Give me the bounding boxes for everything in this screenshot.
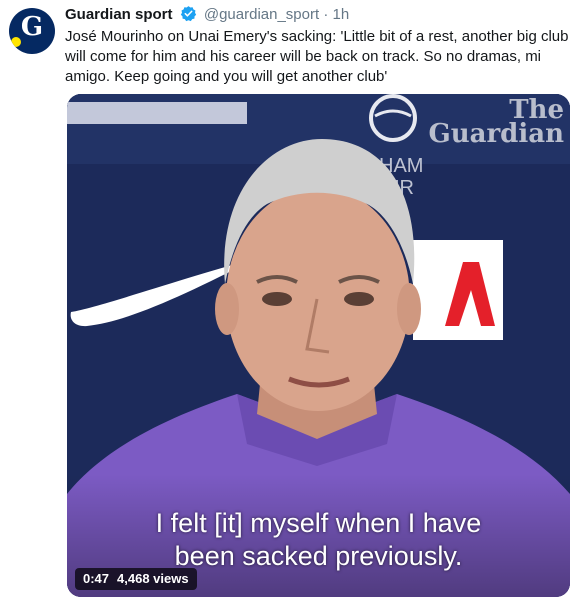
guardian-watermark-logo: The Guardian [428, 97, 564, 149]
video-view-count: 4,468 views [117, 571, 189, 586]
avatar[interactable]: G [9, 8, 55, 54]
video-duration: 0:47 [83, 571, 110, 586]
tweet-header: Guardian sport @guardian_sport · 1h [65, 5, 349, 28]
account-name[interactable]: Guardian sport [65, 6, 173, 23]
video-info-badge: 0:47 4,468 views [75, 568, 197, 590]
verified-badge-icon [180, 5, 197, 28]
tweet[interactable]: G Guardian sport @guardian_sport · 1h Jo… [0, 0, 579, 601]
tweet-timestamp[interactable]: 1h [333, 6, 350, 23]
account-handle[interactable]: @guardian_sport [204, 6, 319, 23]
separator-dot: · [323, 6, 329, 23]
watermark-line-2: Guardian [428, 119, 564, 149]
tennis-ball-icon [11, 37, 21, 47]
tweet-text: José Mourinho on Unai Emery's sacking: '… [65, 28, 569, 85]
video-player[interactable]: HAM UR [67, 94, 570, 597]
video-subtitle-line-1: I felt [it] myself when I have [155, 508, 482, 538]
